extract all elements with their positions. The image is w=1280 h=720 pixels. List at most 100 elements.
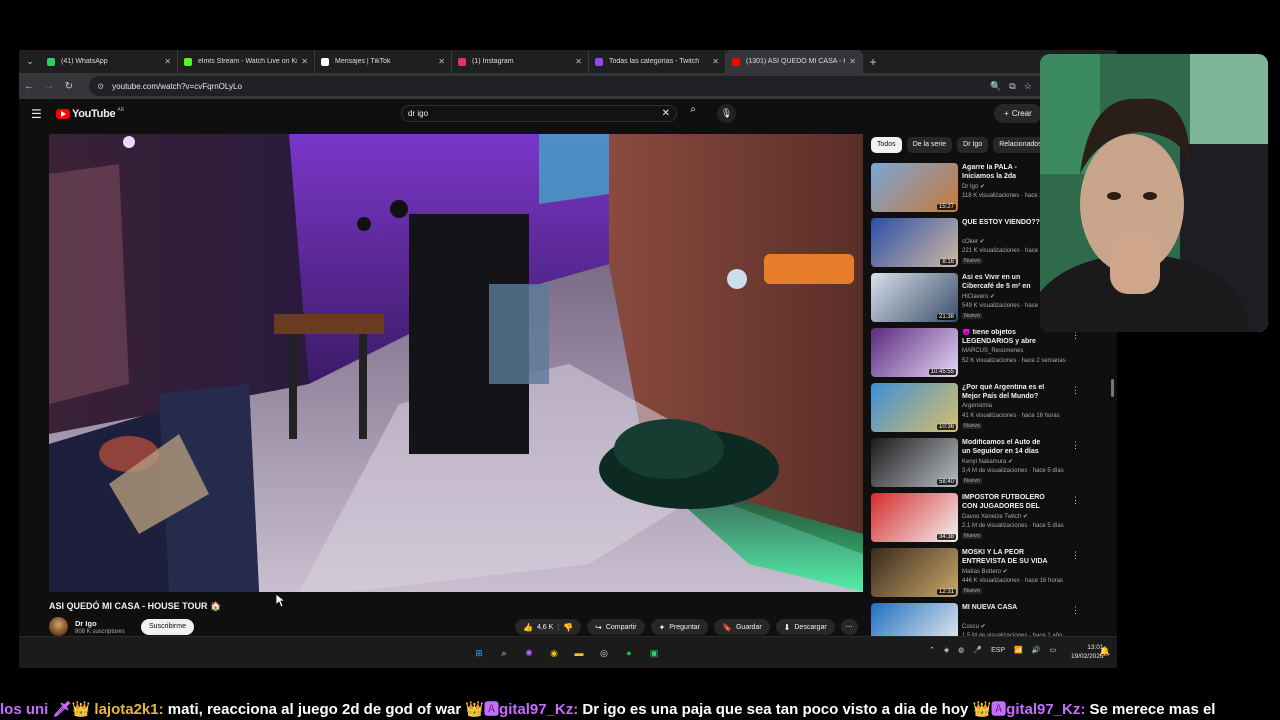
ask-button[interactable]: ✦ Preguntar: [650, 619, 709, 635]
browser-tab[interactable]: (1301) ASI QUEDÓ MI CASA - HOUSE TOUR ✕: [726, 50, 863, 73]
recommendation-channel[interactable]: Coscu ✔: [962, 623, 986, 630]
recommendation-title[interactable]: Modificamos el Auto de un Seguidor en 14…: [962, 439, 1050, 456]
more-options-icon[interactable]: ⋮: [1071, 440, 1080, 451]
wifi-icon[interactable]: 📶: [1014, 646, 1023, 654]
streaming-app-icon[interactable]: ▣: [646, 645, 662, 661]
reload-icon[interactable]: ↻: [59, 81, 79, 92]
recommendation-item[interactable]: 58:40 Modificamos el Auto de un Seguidor …: [871, 438, 1081, 493]
search-taskbar-icon[interactable]: ⌕: [496, 645, 512, 661]
recommendation-title[interactable]: MI NUEVA CASA: [962, 604, 1050, 613]
youtube-icon: [732, 57, 740, 66]
filter-chip[interactable]: Todos: [871, 137, 902, 153]
browser-tab[interactable]: (41) WhatsApp ✕: [41, 50, 178, 73]
bookmark-star-icon[interactable]: ☆: [1024, 81, 1032, 92]
volume-icon[interactable]: 🔊: [1032, 646, 1041, 654]
browser-tab[interactable]: Mensajes | TikTok ✕: [315, 50, 452, 73]
save-button[interactable]: 🔖 Guardar: [714, 619, 770, 635]
site-info-icon[interactable]: ⚙: [97, 82, 104, 91]
tab-label: elmts Stream - Watch Live on Kick: [198, 58, 298, 65]
battery-icon[interactable]: ▭: [1050, 646, 1057, 654]
video-thumbnail[interactable]: 34:38: [871, 493, 958, 542]
browser-tab[interactable]: (1) Instagram ✕: [452, 50, 589, 73]
recommendation-channel[interactable]: Davoo Xeneize Twitch ✔: [962, 513, 1028, 520]
back-icon[interactable]: ←: [19, 81, 39, 92]
more-options-icon[interactable]: ⋮: [1071, 385, 1080, 396]
recommendation-channel[interactable]: Argensimia: [962, 403, 992, 409]
more-options-icon[interactable]: ⋮: [1071, 495, 1080, 506]
recommendation-item[interactable]: 34:38 IMPOSTOR FUTBOLERO CON JUGADORES DE…: [871, 493, 1081, 548]
thumbs-down-icon[interactable]: 👎: [563, 623, 573, 632]
video-thumbnail[interactable]: 8:16: [871, 218, 958, 267]
install-app-icon[interactable]: ⧉: [1009, 81, 1015, 92]
search-input[interactable]: dr igo ✕: [401, 105, 677, 122]
search-icon[interactable]: ⌕: [681, 104, 705, 123]
mic-tray-icon[interactable]: 🎤: [973, 646, 982, 654]
recommendation-item[interactable]: 12:31 MOSKI Y LA PEOR ENTREVISTA DE SU VI…: [871, 548, 1081, 603]
recommendation-title[interactable]: ¿Por qué Argentina es el Mejor País del …: [962, 384, 1050, 401]
lang-indicator[interactable]: ESP: [991, 647, 1005, 654]
recommendation-channel[interactable]: Matías Bottero ✔: [962, 568, 1008, 575]
like-button[interactable]: 👍 4,6 K | 👎: [515, 619, 582, 635]
chrome-icon[interactable]: ◉: [546, 645, 562, 661]
close-tab-icon[interactable]: ✕: [712, 57, 719, 66]
close-tab-icon[interactable]: ✕: [301, 57, 308, 66]
copilot-icon[interactable]: ✺: [521, 645, 537, 661]
obs-icon[interactable]: ◎: [596, 645, 612, 661]
create-button[interactable]: + Crear: [994, 104, 1042, 123]
channel-avatar[interactable]: [49, 617, 68, 636]
more-options-icon[interactable]: ⋮: [1071, 605, 1080, 616]
close-tab-icon[interactable]: ✕: [164, 57, 171, 66]
recommendation-title[interactable]: 😈 tiene objetos LEGENDARIOS y abre una t…: [962, 329, 1050, 346]
recommendation-item[interactable]: 10:45:55 😈 tiene objetos LEGENDARIOS y ab…: [871, 328, 1081, 383]
tab-search-chevron-icon[interactable]: ⌄: [19, 50, 41, 73]
recommendation-channel[interactable]: Dr Igo ✔: [962, 183, 985, 190]
tray-app2-icon[interactable]: ◍: [958, 646, 964, 654]
recommendation-channel[interactable]: cOker ✔: [962, 238, 985, 245]
recommendation-channel[interactable]: Kenyi Nakamura ✔: [962, 458, 1013, 465]
close-tab-icon[interactable]: ✕: [575, 57, 582, 66]
recommendation-title[interactable]: Agarre la PALA - Iniciamos la 2da Tempor…: [962, 164, 1050, 181]
recommendation-channel[interactable]: HiClavero ✔: [962, 293, 995, 300]
channel-name[interactable]: Dr Igo: [75, 619, 97, 628]
chat-message: mati, reacciona al juego 2d de god of wa…: [163, 701, 466, 718]
menu-icon[interactable]: ☰: [31, 107, 42, 121]
browser-tab[interactable]: Todas las categorías - Twitch ✕: [589, 50, 726, 73]
recommendation-item[interactable]: 10:36 ¿Por qué Argentina es el Mejor País…: [871, 383, 1081, 438]
more-actions-button[interactable]: ⋯: [840, 619, 858, 635]
start-icon[interactable]: ⊞: [471, 645, 487, 661]
address-bar[interactable]: ⚙ youtube.com/watch?v=cvFqrnOLyLo: [89, 76, 1049, 96]
video-thumbnail[interactable]: 21:38: [871, 273, 958, 322]
clear-search-icon[interactable]: ✕: [662, 108, 670, 119]
close-tab-icon[interactable]: ✕: [438, 57, 445, 66]
download-button[interactable]: ⬇ Descargar: [775, 619, 835, 635]
youtube-logo[interactable]: YouTube AR: [56, 107, 124, 120]
recommendation-title[interactable]: Así es Vivir en un Cibercafé de 5 m² en …: [962, 274, 1050, 291]
video-thumbnail[interactable]: 10:36: [871, 383, 958, 432]
tray-chevron-icon[interactable]: ⌃: [929, 646, 935, 654]
recommendation-title[interactable]: MOSKI Y LA PEOR ENTREVISTA DE SU VIDA - …: [962, 549, 1050, 566]
microphone-icon[interactable]: 🎙: [717, 104, 736, 123]
scrollbar[interactable]: [1111, 379, 1114, 397]
file-explorer-icon[interactable]: ▬: [571, 645, 587, 661]
close-tab-icon[interactable]: ✕: [849, 57, 856, 66]
notification-bell-icon[interactable]: 🔔: [1099, 646, 1110, 657]
filter-chip[interactable]: De la serie: [906, 137, 953, 153]
subscribe-button[interactable]: Suscribirme: [141, 619, 194, 635]
tray-app-icon[interactable]: ◈: [944, 646, 949, 654]
new-tab-button[interactable]: +: [863, 55, 883, 69]
video-thumbnail[interactable]: 15:27: [871, 163, 958, 212]
recommendation-title[interactable]: QUE ESTOY VIENDO??: [962, 219, 1050, 228]
filter-chip[interactable]: Dr Igo: [957, 137, 989, 153]
recommendation-channel[interactable]: MARCUS_Resúmenes: [962, 348, 1023, 354]
video-thumbnail[interactable]: 10:45:55: [871, 328, 958, 377]
spotify-icon[interactable]: ●: [621, 645, 637, 661]
video-thumbnail[interactable]: 12:31: [871, 548, 958, 597]
share-button[interactable]: ↪ Compartir: [587, 619, 645, 635]
video-thumbnail[interactable]: 58:40: [871, 438, 958, 487]
video-player[interactable]: [49, 134, 863, 592]
recommendation-title[interactable]: IMPOSTOR FUTBOLERO CON JUGADORES DEL ATL…: [962, 494, 1050, 511]
browser-tab[interactable]: elmts Stream - Watch Live on Kick ✕: [178, 50, 315, 73]
more-options-icon[interactable]: ⋮: [1071, 550, 1080, 561]
zoom-icon[interactable]: 🔍: [990, 81, 1001, 92]
forward-icon[interactable]: →: [39, 81, 59, 92]
